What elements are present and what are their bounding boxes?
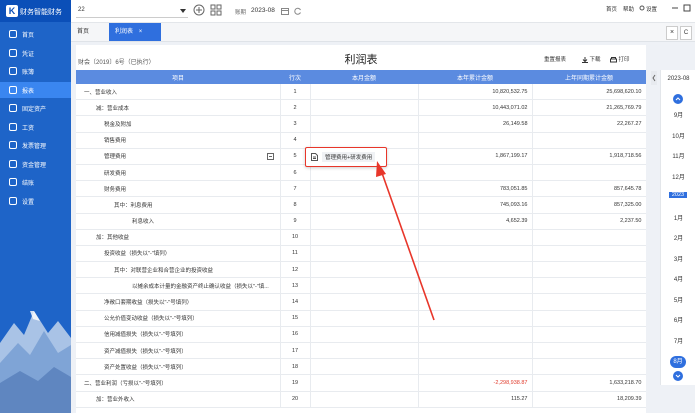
sidebar-item-9[interactable]: 设置 (0, 193, 71, 209)
account-select-value: 22 (78, 7, 85, 13)
period-month[interactable]: 1月 (661, 213, 695, 222)
sidebar-item-label: 首页 (22, 33, 35, 39)
home-link[interactable]: 首页 (606, 5, 617, 13)
close-all-icon: × (669, 29, 675, 36)
tab-profit-statement[interactable]: 利润表 × (109, 23, 161, 41)
sidebar-item-label: 工资 (22, 125, 35, 132)
sidebar-item-label: 结账 (22, 181, 35, 187)
grid-apps-icon[interactable] (210, 4, 222, 16)
chevron-up-icon (675, 97, 681, 101)
tab-close-icon[interactable]: × (139, 29, 143, 35)
tab-home-label: 首页 (77, 29, 90, 35)
sidebar-item-1[interactable]: 凭证 (0, 45, 71, 61)
sidebar-item-3[interactable]: 报表 (0, 81, 71, 98)
sidebar-item-label: 账簿 (22, 70, 35, 76)
period-month[interactable]: 2月 (661, 233, 695, 242)
salary-icon (9, 122, 17, 131)
home-icon (9, 30, 17, 38)
top-bar: 22 账期 2023-08 首页 帮助 设置 (71, 0, 695, 23)
account-select[interactable]: 22 (76, 5, 188, 18)
sidebar-item-label: 发票管理 (22, 144, 47, 150)
period-month[interactable]: 9月 (661, 110, 695, 119)
annotation-arrow (376, 161, 435, 321)
period-month[interactable]: 7月 (661, 336, 695, 345)
gear-icon[interactable] (639, 5, 645, 11)
invoice-icon (9, 141, 17, 149)
period-panel: 2023-08 9月 10月 11月 12月 2023 1月 2月 3月 4月 5月 6月 7月 8月 (660, 70, 695, 385)
sidebar-item-0[interactable]: 首页 (0, 26, 71, 42)
period-up-button[interactable] (673, 94, 683, 104)
tab-profit-statement-label: 利润表 (115, 29, 134, 35)
sidebar-item-5[interactable]: 工资 (0, 119, 71, 135)
brand-bar: K 财务智能财务 (0, 0, 71, 22)
report-icon (9, 85, 17, 94)
refresh-icon[interactable] (294, 7, 302, 15)
sidebar: K 财务智能财务 首页凭证账簿报表固定资产工资发票管理资金管理结账设置 (0, 0, 71, 413)
checkout-icon (9, 178, 17, 186)
settings-link[interactable]: 设置 (646, 5, 657, 13)
refresh-tab-button[interactable]: C (680, 26, 692, 40)
refresh-tab-icon: C (683, 30, 689, 36)
chevron-left-icon (652, 74, 656, 82)
sidebar-item-label: 凭证 (22, 51, 35, 58)
fund-icon (9, 159, 17, 168)
period-label: 账期 (235, 10, 247, 16)
tab-bar: 首页 利润表 × × C (71, 23, 695, 42)
app-name: 财务智能财务 (20, 9, 62, 16)
period-month[interactable]: 2023 (669, 192, 687, 198)
period-year: 2023-08 (667, 76, 690, 82)
sidebar-item-8[interactable]: 结账 (0, 174, 71, 190)
voucher-icon (9, 48, 17, 57)
sidebar-item-7[interactable]: 资金管理 (0, 156, 71, 172)
minimize-icon[interactable] (671, 4, 679, 12)
close-all-tabs-button[interactable]: × (666, 26, 678, 40)
report-panel: 财会〔2019〕6号（已执行） 利润表 重置报表 下载 打印 项目 行次 本月金… (76, 45, 646, 413)
period-month[interactable]: 11月 (661, 151, 695, 160)
sidebar-item-6[interactable]: 发票管理 (0, 137, 71, 153)
chevron-down-icon (675, 374, 681, 378)
sidebar-item-4[interactable]: 固定资产 (0, 100, 71, 116)
tab-home[interactable]: 首页 (77, 23, 105, 41)
app-logo: K (6, 5, 18, 17)
sidebar-item-2[interactable]: 账簿 (0, 63, 71, 79)
sidebar-item-label: 资金管理 (22, 162, 47, 169)
period-value[interactable]: 2023-08 (251, 7, 275, 14)
help-link[interactable]: 帮助 (623, 5, 634, 13)
settings-icon (9, 196, 17, 205)
period-month-current[interactable]: 8月 (670, 356, 686, 368)
asset-icon (9, 104, 17, 112)
mountain-background (0, 311, 71, 413)
chevron-down-icon (180, 9, 186, 13)
period-month[interactable]: 10月 (661, 131, 695, 140)
sidebar-item-label: 设置 (22, 199, 35, 206)
sidebar-item-label: 固定资产 (22, 107, 47, 113)
calendar-icon[interactable] (281, 7, 289, 15)
add-account-icon[interactable] (193, 4, 205, 16)
period-month[interactable]: 12月 (661, 172, 695, 181)
ledger-icon (9, 67, 17, 75)
sidebar-item-label: 报表 (22, 88, 35, 95)
maximize-icon[interactable] (683, 4, 691, 12)
period-month[interactable]: 4月 (661, 274, 695, 283)
period-month[interactable]: 6月 (661, 315, 695, 324)
panel-toggle[interactable] (651, 71, 657, 85)
period-month[interactable]: 5月 (661, 295, 695, 304)
period-down-button[interactable] (673, 371, 683, 381)
period-month[interactable]: 3月 (661, 254, 695, 263)
